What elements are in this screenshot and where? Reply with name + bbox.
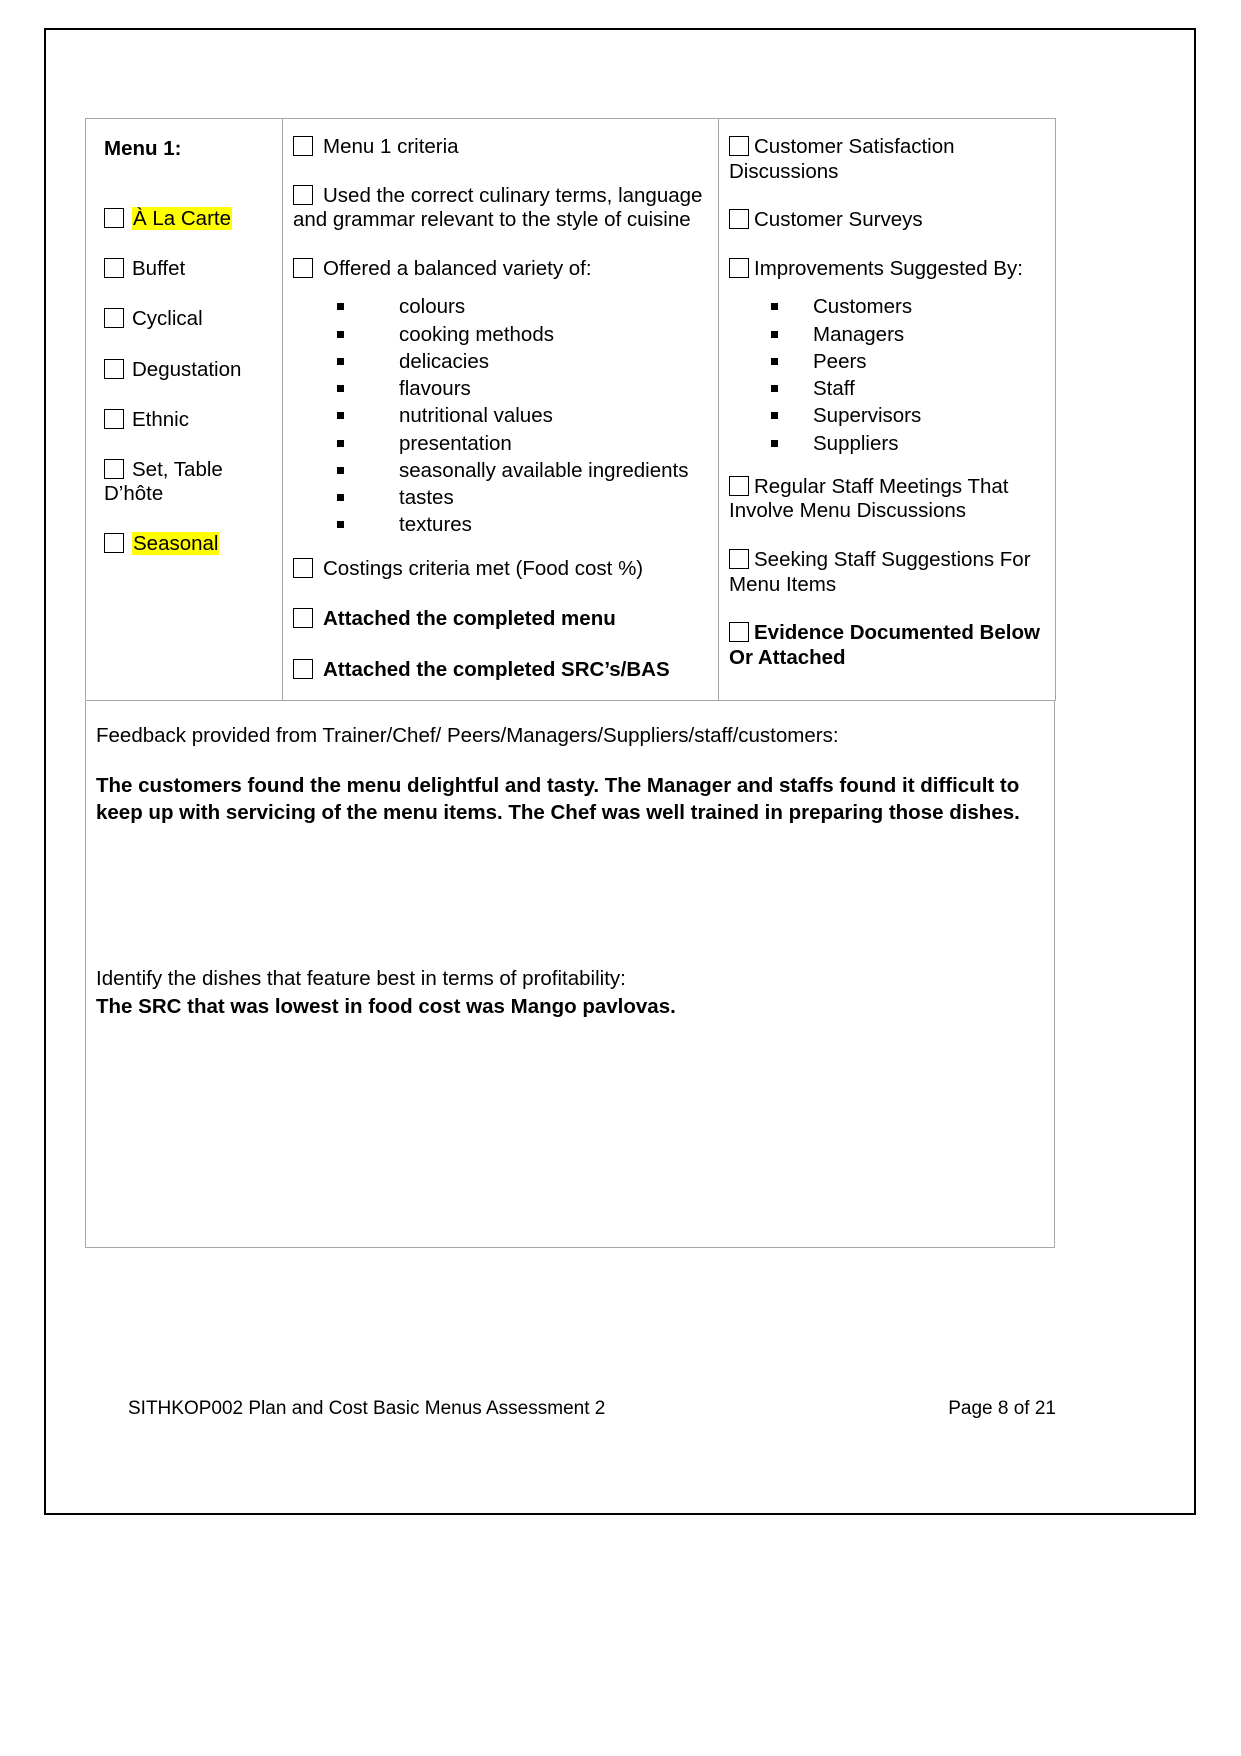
checkbox-icon[interactable] [293, 608, 313, 629]
checkbox-icon[interactable] [104, 308, 124, 329]
checkbox-icon[interactable] [729, 209, 749, 230]
feedback-item-evidence-documented[interactable]: Evidence Documented Below Or Attached [729, 621, 1043, 670]
criteria-label: Menu 1 criteria [323, 135, 459, 158]
table-row: Menu 1: À La Carte Buffet Cyclical Degus… [85, 117, 1056, 702]
list-item: flavours [337, 375, 706, 402]
feedback-item-regular-staff-meetings[interactable]: Regular Staff Meetings That Involve Menu… [729, 475, 1043, 524]
criteria-item-balanced-variety[interactable]: Offered a balanced variety of: [293, 257, 706, 282]
menu-criteria-table: Menu 1: À La Carte Buffet Cyclical Degus… [85, 117, 1056, 702]
answer-spacer [96, 826, 1040, 966]
checkbox-icon[interactable] [293, 257, 313, 278]
list-item: presentation [337, 430, 706, 457]
checkbox-icon[interactable] [729, 622, 749, 643]
checkbox-icon[interactable] [293, 136, 313, 156]
profitability-block: Identify the dishes that feature best in… [96, 966, 1040, 1020]
menu-option-cyclical[interactable]: Cyclical [104, 307, 270, 331]
feedback-label: Improvements Suggested By: [754, 256, 1023, 280]
list-item: textures [337, 511, 706, 538]
profitability-prompt: Identify the dishes that feature best in… [96, 967, 626, 991]
menu-option-degustation[interactable]: Degustation [104, 358, 270, 382]
feedback-label: Customer Surveys [754, 208, 923, 232]
suggested-by-list: Customers Managers Peers Staff Superviso… [729, 293, 1043, 457]
menu-option-label: Ethnic [132, 407, 189, 431]
menu-option-label: À La Carte [132, 207, 232, 230]
checkbox-icon[interactable] [729, 475, 749, 496]
list-item: cooking methods [337, 321, 706, 348]
document-page: Menu 1: À La Carte Buffet Cyclical Degus… [0, 0, 1241, 1756]
checkbox-icon[interactable] [293, 658, 313, 679]
checkbox-icon[interactable] [104, 208, 124, 228]
feedback-label: Regular Staff Meetings That Involve Menu… [729, 474, 1009, 523]
feedback-item-customer-satisfaction-discussions[interactable]: Customer Satisfaction Discussions [729, 135, 1043, 184]
list-item: delicacies [337, 348, 706, 375]
page-content: Menu 1: À La Carte Buffet Cyclical Degus… [85, 117, 1056, 1249]
feedback-answer-box[interactable]: Feedback provided from Trainer/Chef/ Pee… [85, 701, 1055, 1249]
list-item: Peers [771, 348, 1043, 375]
criteria-label: Attached the completed menu [323, 607, 616, 631]
list-item: Customers [771, 293, 1043, 320]
feedback-label: Evidence Documented Below Or Attached [729, 621, 1040, 669]
menu-type-cell: Menu 1: À La Carte Buffet Cyclical Degus… [85, 117, 283, 702]
criteria-item-attached-menu[interactable]: Attached the completed menu [293, 607, 706, 632]
checkbox-icon[interactable] [104, 408, 124, 429]
list-item: tastes [337, 484, 706, 511]
criteria-item-menu-1-criteria[interactable]: Menu 1 criteria [293, 135, 706, 160]
criteria-label: Used the correct culinary terms, languag… [293, 183, 703, 232]
criteria-item-attached-src-bas[interactable]: Attached the completed SRC’s/BAS [293, 658, 706, 683]
feedback-answer-text: The customers found the menu delightful … [96, 774, 1020, 825]
checkbox-icon[interactable] [104, 358, 124, 379]
feedback-prompt: Feedback provided from Trainer/Chef/ Pee… [96, 724, 839, 748]
menu-option-label: Seasonal [132, 532, 220, 556]
criteria-label: Costings criteria met (Food cost %) [323, 556, 644, 580]
feedback-item-customer-surveys[interactable]: Customer Surveys [729, 208, 1043, 233]
feedback-item-seeking-staff-suggestions[interactable]: Seeking Staff Suggestions For Menu Items [729, 548, 1043, 597]
menu-option-a-la-carte[interactable]: À La Carte [104, 207, 270, 231]
list-item: Managers [771, 321, 1043, 348]
list-item: Staff [771, 375, 1043, 402]
criteria-cell: Menu 1 criteria Used the correct culinar… [282, 117, 719, 702]
footer-document-title: SITHKOP002 Plan and Cost Basic Menus Ass… [128, 1398, 606, 1419]
criteria-label: Attached the completed SRC’s/BAS [323, 657, 670, 681]
footer-page-number: Page 8 of 21 [948, 1398, 1056, 1419]
criteria-label: Offered a balanced variety of: [323, 256, 592, 280]
menu-option-label: Cyclical [132, 307, 203, 331]
list-item: Supervisors [771, 402, 1043, 429]
checkbox-icon[interactable] [729, 549, 749, 570]
menu-option-set-table-dhote[interactable]: Set, Table D’hôte [104, 458, 270, 506]
feedback-methods-cell: Customer Satisfaction Discussions Custom… [718, 117, 1056, 702]
criteria-item-costings[interactable]: Costings criteria met (Food cost %) [293, 557, 706, 582]
checkbox-icon[interactable] [293, 184, 313, 205]
menu-option-buffet[interactable]: Buffet [104, 257, 270, 281]
criteria-item-culinary-terms[interactable]: Used the correct culinary terms, languag… [293, 184, 706, 233]
list-item: nutritional values [337, 402, 706, 429]
checkbox-icon[interactable] [104, 533, 124, 554]
page-footer: SITHKOP002 Plan and Cost Basic Menus Ass… [128, 1398, 1098, 1420]
list-item: seasonally available ingredients [337, 457, 706, 484]
menu-option-ethnic[interactable]: Ethnic [104, 408, 270, 432]
feedback-label: Seeking Staff Suggestions For Menu Items [729, 548, 1031, 596]
profitability-answer-text: The SRC that was lowest in food cost was… [96, 994, 676, 1018]
checkbox-icon[interactable] [104, 458, 124, 479]
list-item: colours [337, 293, 706, 320]
checkbox-icon[interactable] [104, 258, 124, 279]
menu-option-label: Buffet [132, 257, 186, 281]
variety-list: colours cooking methods delicacies flavo… [293, 293, 706, 538]
feedback-item-improvements-suggested-by[interactable]: Improvements Suggested By: [729, 257, 1043, 282]
checkbox-icon[interactable] [293, 557, 313, 578]
menu-title: Menu 1: [104, 137, 182, 160]
feedback-label: Customer Satisfaction Discussions [729, 135, 955, 183]
checkbox-icon[interactable] [729, 257, 749, 278]
checkbox-icon[interactable] [729, 136, 749, 156]
list-item: Suppliers [771, 430, 1043, 457]
menu-option-label: Degustation [132, 357, 242, 381]
menu-option-seasonal[interactable]: Seasonal [104, 532, 270, 556]
